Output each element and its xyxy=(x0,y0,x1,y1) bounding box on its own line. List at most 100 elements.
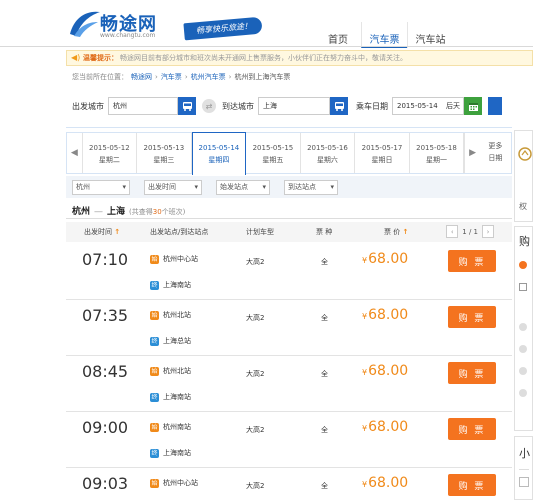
route-divider xyxy=(66,218,512,219)
header-price[interactable]: 票 价 ↑ xyxy=(384,227,408,237)
row-bus-type: 大高2 xyxy=(246,258,265,266)
bus-icon xyxy=(334,101,344,111)
row-departure-station[interactable]: 始杭州中心站 xyxy=(150,254,198,264)
table-row: 08:45 始杭州北站 终上海南站 大高2 全 ¥68.00 购 票 xyxy=(66,356,512,412)
from-city-input[interactable]: 杭州 xyxy=(108,97,178,115)
filter-city-select[interactable]: 杭州 ▾ xyxy=(72,179,130,195)
calendar-button[interactable] xyxy=(464,97,482,115)
row-arrival-station[interactable]: 终上海南站 xyxy=(150,392,191,402)
pager-prev-button[interactable]: ‹ xyxy=(446,225,459,238)
filter-time-select[interactable]: 出发时间 ▾ xyxy=(144,179,202,195)
buy-ticket-button[interactable]: 购 票 xyxy=(448,250,496,272)
row-arrival-station[interactable]: 终上海总站 xyxy=(150,336,191,346)
notice-title: 温馨提示： xyxy=(83,54,118,62)
header-time[interactable]: 出发时间 ↑ xyxy=(84,227,120,237)
swap-cities-button[interactable]: ⇄ xyxy=(202,99,216,113)
chevron-down-icon: ▾ xyxy=(262,183,266,191)
date-tab-weekday: 星期二 xyxy=(98,156,120,164)
destination-badge-icon: 终 xyxy=(150,392,159,402)
logo-url: www.changtu.com xyxy=(100,32,156,39)
row-departure-station[interactable]: 始杭州北站 xyxy=(150,310,191,320)
row-arrival-station[interactable]: 终上海南站 xyxy=(150,280,191,290)
filter-origin-select[interactable]: 始发站点 ▾ xyxy=(216,179,270,195)
row-ticket-kind: 全 xyxy=(321,370,328,378)
table-row: 09:00 始杭州南站 终上海南站 大高2 全 ¥68.00 购 票 xyxy=(66,412,512,468)
row-arrival-station[interactable]: 终上海南站 xyxy=(150,448,191,458)
buy-ticket-button[interactable]: 购 票 xyxy=(448,474,496,496)
row-bus-type: 大高2 xyxy=(246,426,265,434)
row-price: ¥68.00 xyxy=(362,475,408,491)
filter-destination-value: 到达站点 xyxy=(288,183,316,191)
row-bus-type: 大高2 xyxy=(246,314,265,322)
from-city-picker-button[interactable] xyxy=(178,97,196,115)
date-tab-weekday: 星期日 xyxy=(371,156,393,164)
main-nav: 首页 汽车票 汽车站 xyxy=(315,22,453,48)
row-departure-station[interactable]: 始杭州北站 xyxy=(150,366,191,376)
currency-symbol: ¥ xyxy=(362,312,368,321)
row-price-value: 68.00 xyxy=(368,475,409,491)
speaker-icon: ◀) xyxy=(71,53,81,62)
destination-badge-icon: 终 xyxy=(150,336,159,346)
row-price-value: 68.00 xyxy=(368,363,409,379)
date-tab-date: 2015-05-18 xyxy=(416,144,457,152)
logo-swoosh-icon xyxy=(70,11,100,37)
date-tab[interactable]: 2015-05-13 星期三 xyxy=(137,133,192,173)
origin-badge-icon: 始 xyxy=(150,422,159,432)
row-ticket-kind: 全 xyxy=(321,314,328,322)
search-bar: 出发城市 杭州 ⇄ 到达城市 上海 乘车日期 2015-05-14 后天 xyxy=(66,94,533,118)
sidebar-tag-1: 权 xyxy=(519,202,527,211)
date-tab-weekday: 星期一 xyxy=(425,156,447,164)
more-dates-button[interactable]: 更多 日期 xyxy=(480,133,511,173)
nav-bus-tickets[interactable]: 汽车票 xyxy=(361,22,407,48)
buy-ticket-button[interactable]: 购 票 xyxy=(448,418,496,440)
sort-arrow-icon: ↑ xyxy=(402,228,409,236)
site-logo[interactable]: 畅途网 www.changtu.com 畅享快乐旅途！ xyxy=(66,8,266,42)
pager-text: 1 / 1 xyxy=(462,227,478,236)
row-departure-time: 08:45 xyxy=(82,362,129,381)
breadcrumb-home[interactable]: 畅途网 xyxy=(131,72,152,82)
row-departure-time: 09:03 xyxy=(82,474,129,493)
filter-bar: 杭州 ▾ 出发时间 ▾ 始发站点 ▾ 到达站点 ▾ xyxy=(66,176,512,198)
row-departure-station-name: 杭州南站 xyxy=(163,423,191,431)
breadcrumb-bus[interactable]: 汽车票 xyxy=(161,72,182,82)
next-dates-button[interactable]: ▶ xyxy=(464,133,480,173)
route-count-number: 30 xyxy=(152,208,162,216)
row-departure-station[interactable]: 始杭州中心站 xyxy=(150,478,198,488)
nav-bus-stations[interactable]: 汽车站 xyxy=(407,22,453,48)
table-header: 出发时间 ↑ 出发站点/到达站点 计划车型 票 种 票 价 ↑ ‹ 1 / 1 … xyxy=(66,222,512,242)
currency-symbol: ¥ xyxy=(362,368,368,377)
row-departure-station-name: 杭州北站 xyxy=(163,311,191,319)
breadcrumb-city[interactable]: 杭州汽车票 xyxy=(191,72,226,82)
nav-home[interactable]: 首页 xyxy=(315,22,361,48)
date-hint: 后天 xyxy=(446,102,460,110)
filter-origin-value: 始发站点 xyxy=(220,183,248,191)
search-button[interactable] xyxy=(488,97,502,115)
search-divider xyxy=(66,127,512,128)
date-tab[interactable]: 2015-05-15 星期五 xyxy=(246,133,301,173)
row-price-value: 68.00 xyxy=(368,419,409,435)
sidebar-guarantee-card: 权 xyxy=(514,130,533,222)
row-departure-station-name: 杭州北站 xyxy=(163,367,191,375)
date-tab[interactable]: 2015-05-16 星期六 xyxy=(301,133,356,173)
filter-destination-select[interactable]: 到达站点 ▾ xyxy=(284,179,338,195)
row-arrival-station-name: 上海南站 xyxy=(163,449,191,457)
to-city-input[interactable]: 上海 xyxy=(258,97,330,115)
origin-badge-icon: 始 xyxy=(150,478,159,488)
from-city-label: 出发城市 xyxy=(72,101,104,111)
prev-dates-button[interactable]: ◀ xyxy=(67,133,83,173)
row-departure-station[interactable]: 始杭州南站 xyxy=(150,422,191,432)
breadcrumb-sep: › xyxy=(184,73,188,81)
buy-ticket-button[interactable]: 购 票 xyxy=(448,306,496,328)
date-tab[interactable]: 2015-05-18 星期一 xyxy=(410,133,465,173)
date-tab[interactable]: 2015-05-12 星期二 xyxy=(83,133,138,173)
pager-next-button[interactable]: › xyxy=(482,225,494,238)
origin-badge-icon: 始 xyxy=(150,366,159,376)
notice-text: 畅途网目前有部分城市和班次尚未开通网上售票服务，小伙伴们正在努力奋斗中，敬请关注… xyxy=(120,54,407,62)
sidebar-checkbox[interactable] xyxy=(519,477,529,487)
date-tab[interactable]: 2015-05-17 星期日 xyxy=(355,133,410,173)
header-divider xyxy=(0,46,533,47)
to-city-picker-button[interactable] xyxy=(330,97,348,115)
date-tab-active[interactable]: 2015-05-14 星期四 xyxy=(191,132,247,175)
date-input[interactable]: 2015-05-14 后天 xyxy=(392,97,464,115)
buy-ticket-button[interactable]: 购 票 xyxy=(448,362,496,384)
